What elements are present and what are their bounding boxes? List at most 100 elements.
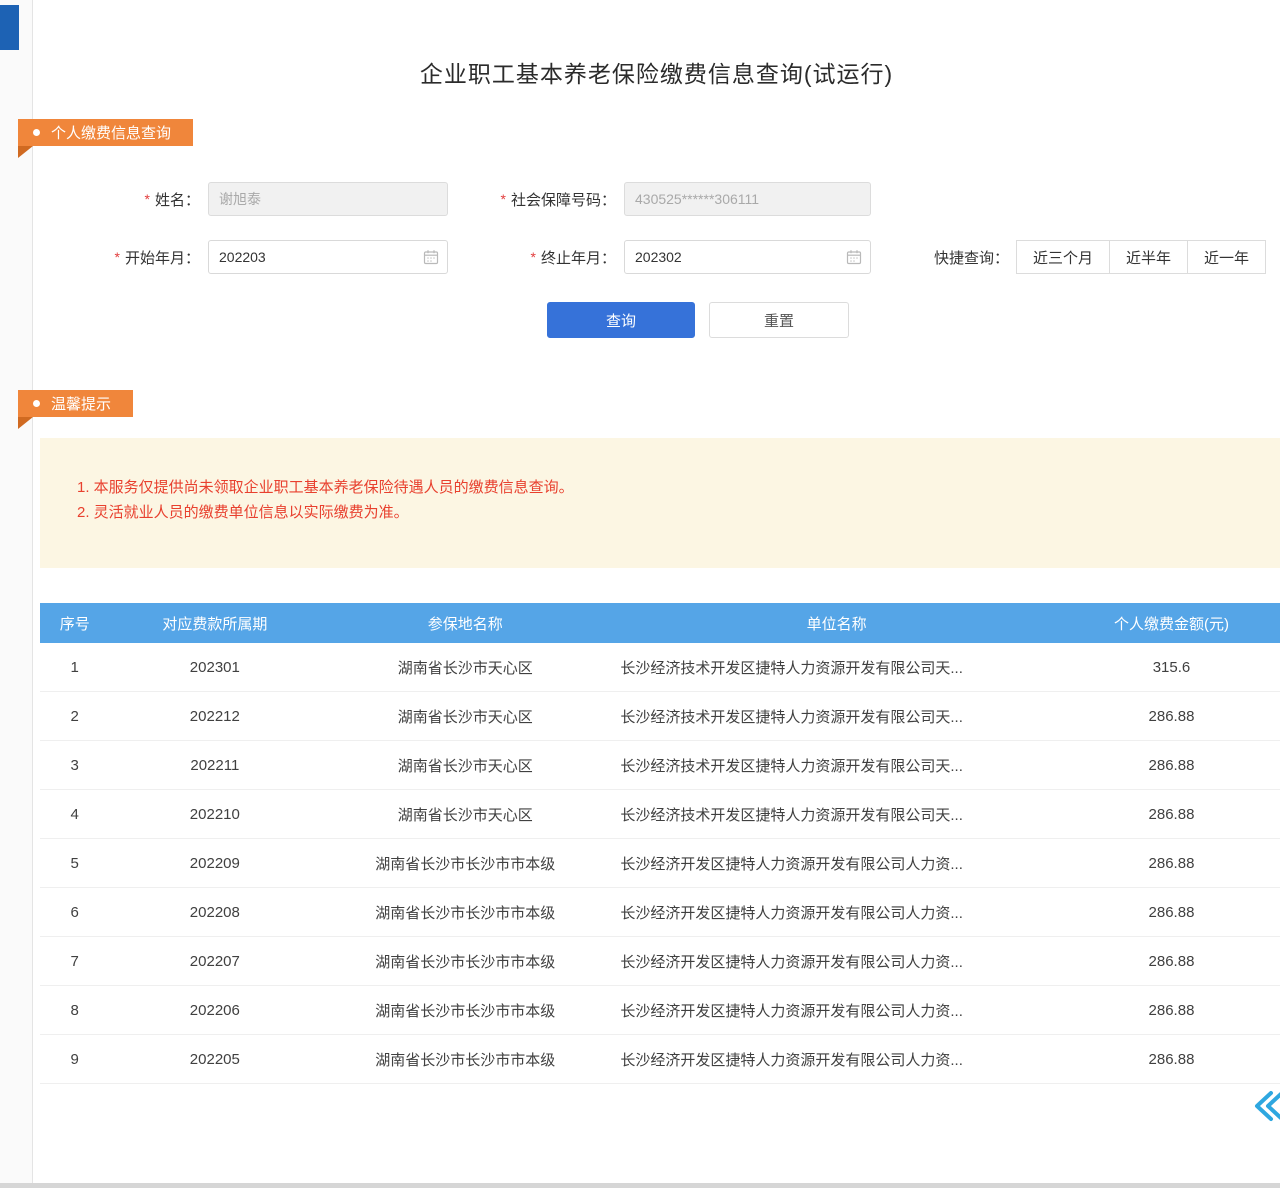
table-row: 7 202207 湖南省长沙市长沙市市本级 长沙经济开发区捷特人力资源开发有限公…: [40, 937, 1280, 986]
section-header-tips: 温馨提示: [18, 390, 133, 417]
quick-range-button-3months[interactable]: 近三个月: [1016, 240, 1110, 274]
cell-location: 湖南省长沙市天心区: [320, 657, 610, 678]
required-asterisk: *: [501, 192, 506, 206]
cell-location: 湖南省长沙市长沙市市本级: [320, 951, 610, 972]
form-row-dates: * 开始年月： * 终止年月：: [88, 240, 1280, 274]
query-form: * 姓名： * 社会保障号码： * 开始年月：: [33, 182, 1280, 338]
cell-seq: 3: [40, 757, 109, 774]
cell-location: 湖南省长沙市长沙市市本级: [320, 1049, 610, 1070]
ribbon-fold: [18, 417, 33, 429]
col-header-amount: 个人缴费金额(元): [1063, 613, 1280, 634]
cell-period: 202209: [109, 855, 320, 872]
cell-seq: 5: [40, 855, 109, 872]
col-header-location: 参保地名称: [320, 613, 610, 634]
ssn-label: * 社会保障号码：: [451, 189, 616, 210]
query-button[interactable]: 查询: [547, 302, 695, 338]
cell-seq: 9: [40, 1051, 109, 1068]
form-row-identity: * 姓名： * 社会保障号码：: [88, 182, 1280, 216]
end-month-input[interactable]: [624, 240, 871, 274]
name-input: [208, 182, 448, 216]
quick-query-label: 快捷查询：: [934, 247, 1009, 268]
table-header-row: 序号 对应费款所属期 参保地名称 单位名称 个人缴费金额(元): [40, 603, 1280, 643]
cell-company: 长沙经济开发区捷特人力资源开发有限公司人力资...: [610, 1049, 1063, 1070]
start-month-label: * 开始年月：: [88, 247, 200, 268]
col-header-period: 对应费款所属期: [109, 613, 320, 634]
cell-company: 长沙经济技术开发区捷特人力资源开发有限公司天...: [610, 804, 1063, 825]
cell-seq: 4: [40, 806, 109, 823]
cell-amount: 286.88: [1063, 1002, 1280, 1019]
table-row: 1 202301 湖南省长沙市天心区 长沙经济技术开发区捷特人力资源开发有限公司…: [40, 643, 1280, 692]
col-header-company: 单位名称: [610, 613, 1063, 634]
start-month-field: [208, 240, 448, 274]
cell-company: 长沙经济技术开发区捷特人力资源开发有限公司天...: [610, 657, 1063, 678]
cell-period: 202205: [109, 1051, 320, 1068]
end-month-field: [624, 240, 871, 274]
cell-seq: 8: [40, 1002, 109, 1019]
cell-company: 长沙经济开发区捷特人力资源开发有限公司人力资...: [610, 951, 1063, 972]
table-row: 3 202211 湖南省长沙市天心区 长沙经济技术开发区捷特人力资源开发有限公司…: [40, 741, 1280, 790]
ssn-input: [624, 182, 871, 216]
cell-period: 202206: [109, 1002, 320, 1019]
start-month-input[interactable]: [208, 240, 448, 274]
cell-location: 湖南省长沙市天心区: [320, 804, 610, 825]
cell-amount: 286.88: [1063, 708, 1280, 725]
notice-box: 1. 本服务仅提供尚未领取企业职工基本养老保险待遇人员的缴费信息查询。 2. 灵…: [40, 438, 1280, 568]
name-label: * 姓名：: [88, 189, 200, 210]
table-row: 5 202209 湖南省长沙市长沙市市本级 长沙经济开发区捷特人力资源开发有限公…: [40, 839, 1280, 888]
cell-period: 202210: [109, 806, 320, 823]
cell-period: 202211: [109, 757, 320, 774]
cell-amount: 286.88: [1063, 1051, 1280, 1068]
section-label: 温馨提示: [51, 393, 111, 414]
cell-company: 长沙经济开发区捷特人力资源开发有限公司人力资...: [610, 1000, 1063, 1021]
cell-location: 湖南省长沙市长沙市市本级: [320, 853, 610, 874]
end-month-label: * 终止年月：: [451, 247, 616, 268]
table-row: 4 202210 湖南省长沙市天心区 长沙经济技术开发区捷特人力资源开发有限公司…: [40, 790, 1280, 839]
section-header-personal-payment-query: 个人缴费信息查询: [18, 119, 193, 146]
cell-company: 长沙经济开发区捷特人力资源开发有限公司人力资...: [610, 853, 1063, 874]
cell-period: 202208: [109, 904, 320, 921]
cell-seq: 2: [40, 708, 109, 725]
required-asterisk: *: [115, 250, 120, 264]
notice-line: 1. 本服务仅提供尚未领取企业职工基本养老保险待遇人员的缴费信息查询。: [77, 475, 1260, 500]
table-row: 9 202205 湖南省长沙市长沙市市本级 长沙经济开发区捷特人力资源开发有限公…: [40, 1035, 1280, 1084]
form-actions: 查询 重置: [116, 302, 1280, 338]
cell-period: 202212: [109, 708, 320, 725]
page-title: 企业职工基本养老保险缴费信息查询(试运行): [33, 0, 1280, 89]
ribbon-fold: [18, 146, 33, 158]
section-label: 个人缴费信息查询: [51, 122, 171, 143]
cell-seq: 1: [40, 659, 109, 676]
nav-fragment: [0, 5, 19, 50]
cell-period: 202301: [109, 659, 320, 676]
cell-period: 202207: [109, 953, 320, 970]
cell-company: 长沙经济技术开发区捷特人力资源开发有限公司天...: [610, 706, 1063, 727]
double-chevron-left-icon[interactable]: [1248, 1086, 1280, 1126]
bullet-icon: [33, 400, 40, 407]
notice-line: 2. 灵活就业人员的缴费单位信息以实际缴费为准。: [77, 500, 1260, 525]
cell-seq: 6: [40, 904, 109, 921]
cell-location: 湖南省长沙市长沙市市本级: [320, 902, 610, 923]
required-asterisk: *: [531, 250, 536, 264]
cell-amount: 286.88: [1063, 953, 1280, 970]
cell-seq: 7: [40, 953, 109, 970]
cell-amount: 286.88: [1063, 904, 1280, 921]
cell-amount: 315.6: [1063, 659, 1280, 676]
cell-location: 湖南省长沙市天心区: [320, 706, 610, 727]
calendar-icon[interactable]: [423, 249, 439, 265]
bottom-edge-bar: [0, 1183, 1280, 1188]
cell-amount: 286.88: [1063, 855, 1280, 872]
reset-button[interactable]: 重置: [709, 302, 849, 338]
cell-amount: 286.88: [1063, 806, 1280, 823]
quick-range-button-halfyear[interactable]: 近半年: [1109, 240, 1188, 274]
quick-range-button-1year[interactable]: 近一年: [1187, 240, 1266, 274]
cell-company: 长沙经济开发区捷特人力资源开发有限公司人力资...: [610, 902, 1063, 923]
main-panel: 企业职工基本养老保险缴费信息查询(试运行) 个人缴费信息查询 * 姓名： * 社…: [33, 0, 1280, 1183]
required-asterisk: *: [145, 192, 150, 206]
results-table: 序号 对应费款所属期 参保地名称 单位名称 个人缴费金额(元) 1 202301…: [40, 603, 1280, 1084]
bullet-icon: [33, 129, 40, 136]
quick-query-group: 快捷查询： 近三个月 近半年 近一年: [934, 240, 1280, 274]
cell-location: 湖南省长沙市长沙市市本级: [320, 1000, 610, 1021]
left-sidebar-strip: [0, 0, 33, 1188]
cell-location: 湖南省长沙市天心区: [320, 755, 610, 776]
calendar-icon[interactable]: [846, 249, 862, 265]
cell-company: 长沙经济技术开发区捷特人力资源开发有限公司天...: [610, 755, 1063, 776]
